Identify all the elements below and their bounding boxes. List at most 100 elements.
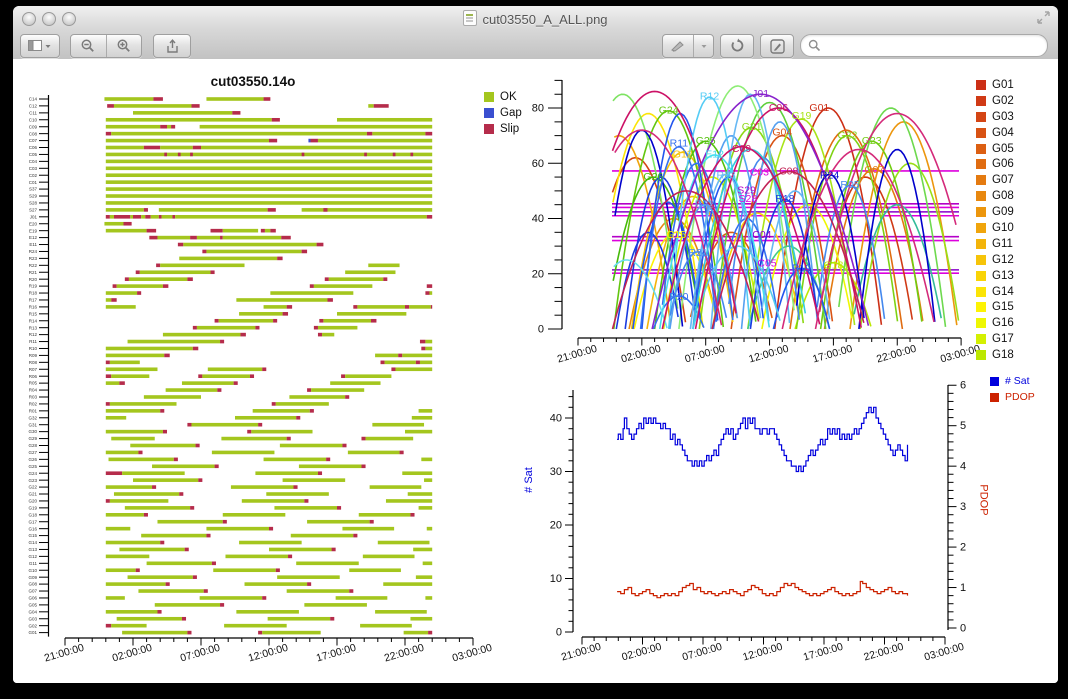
svg-text:E12: E12 — [705, 149, 724, 161]
svg-text:R08: R08 — [29, 360, 38, 365]
svg-text:G07: G07 — [864, 164, 884, 176]
svg-text:30: 30 — [550, 466, 562, 478]
svg-text:E20: E20 — [29, 221, 38, 226]
svg-text:R20: R20 — [29, 277, 38, 282]
svg-text:G18: G18 — [28, 512, 37, 517]
g-legend-item: G18 — [976, 347, 1014, 363]
titlebar[interactable]: cut03550_A_ALL.png — [13, 6, 1058, 28]
nsat-pdop-chart: 010203040012345621:00:0002:00:0007:00:00… — [550, 380, 966, 664]
svg-text:R17: R17 — [29, 298, 38, 303]
pen-dropdown-button[interactable] — [694, 35, 713, 57]
svg-text:R15: R15 — [29, 311, 38, 316]
svg-text:1: 1 — [960, 582, 966, 594]
svg-text:S37: S37 — [29, 187, 38, 192]
g-legend-item: G10 — [976, 220, 1014, 236]
g-legend-swatch — [976, 334, 986, 344]
highlight-pen-button[interactable] — [663, 35, 694, 57]
svg-text:21:00:00: 21:00:00 — [43, 642, 86, 665]
svg-text:C04: C04 — [752, 229, 771, 241]
svg-text:G24: G24 — [28, 471, 37, 476]
svg-text:G28: G28 — [28, 443, 37, 448]
svg-text:G17: G17 — [28, 519, 37, 524]
svg-text:C11: C11 — [29, 110, 37, 115]
svg-text:G12: G12 — [28, 554, 37, 559]
svg-text:R06: R06 — [29, 374, 38, 379]
svg-text:C05: C05 — [29, 152, 38, 157]
svg-text:S28: S28 — [738, 193, 757, 205]
svg-text:G14: G14 — [28, 540, 37, 545]
svg-text:G15: G15 — [28, 533, 37, 538]
svg-text:S29: S29 — [29, 194, 38, 199]
svg-text:22:00:00: 22:00:00 — [875, 343, 918, 366]
svg-text:G22: G22 — [28, 485, 37, 490]
svg-text:C04: C04 — [29, 159, 38, 164]
svg-text:R10: R10 — [29, 346, 38, 351]
rotate-left-button[interactable] — [720, 34, 754, 58]
svg-text:G26: G26 — [643, 171, 663, 183]
markup-button[interactable] — [760, 34, 794, 58]
legend-item-gap: Gap — [484, 105, 522, 121]
svg-text:0: 0 — [556, 627, 562, 639]
g-legend-item: G11 — [976, 236, 1014, 252]
sidebar-icon — [28, 40, 44, 52]
svg-text:R22: R22 — [695, 198, 714, 210]
g-legend-item: G14 — [976, 284, 1014, 300]
svg-text:02:00:00: 02:00:00 — [620, 343, 663, 366]
nsat-axis-label: # Sat — [523, 467, 535, 493]
svg-text:G05: G05 — [28, 602, 37, 607]
g-legend-swatch — [976, 80, 986, 90]
svg-text:10: 10 — [550, 573, 562, 585]
svg-text:21:00:00: 21:00:00 — [560, 641, 603, 664]
svg-text:G27: G27 — [28, 450, 37, 455]
svg-text:E19: E19 — [29, 228, 38, 233]
svg-text:02:00:00: 02:00:00 — [620, 641, 663, 664]
gps-legend: G01G02G03G04G05G06G07G08G09G10G11G12G13G… — [976, 77, 1014, 363]
svg-text:S27: S27 — [29, 207, 38, 212]
svg-text:C09: C09 — [29, 124, 38, 129]
svg-text:G02: G02 — [28, 623, 37, 628]
svg-text:G10: G10 — [28, 568, 37, 573]
window-chrome: cut03550_A_ALL.png — [13, 6, 1058, 60]
svg-text:R21: R21 — [29, 270, 38, 275]
zoom-out-button[interactable] — [71, 35, 107, 57]
svg-text:G31: G31 — [28, 422, 37, 427]
search-input[interactable] — [825, 36, 1043, 55]
svg-text:20: 20 — [532, 268, 544, 280]
svg-text:G11: G11 — [29, 561, 38, 566]
view-mode-button[interactable] — [20, 34, 60, 58]
zoom-in-button[interactable] — [107, 35, 142, 57]
svg-text:G16: G16 — [28, 526, 37, 531]
svg-text:G18: G18 — [823, 260, 843, 272]
svg-text:G26: G26 — [28, 457, 37, 462]
svg-text:R04: R04 — [29, 388, 38, 393]
svg-text:21:00:00: 21:00:00 — [556, 343, 599, 366]
g-legend-swatch — [976, 175, 986, 185]
svg-text:G06: G06 — [28, 596, 37, 601]
fullscreen-icon[interactable] — [1037, 11, 1050, 24]
g-legend-swatch — [976, 128, 986, 138]
share-button[interactable] — [153, 34, 191, 58]
svg-text:4: 4 — [960, 461, 966, 473]
svg-text:17:00:00: 17:00:00 — [811, 343, 854, 366]
svg-text:R22: R22 — [29, 263, 38, 268]
ok-swatch — [484, 92, 494, 102]
g-legend-swatch — [976, 159, 986, 169]
g-legend-item: G01 — [976, 77, 1014, 93]
svg-text:03:00:00: 03:00:00 — [923, 641, 966, 664]
g-legend-swatch — [976, 271, 986, 281]
svg-text:G04: G04 — [772, 127, 792, 139]
svg-text:R23: R23 — [29, 256, 38, 261]
g-legend-swatch — [976, 287, 986, 297]
g-legend-swatch — [976, 96, 986, 106]
svg-text:R12: R12 — [700, 91, 719, 103]
svg-text:G03: G03 — [28, 616, 37, 621]
svg-text:G04: G04 — [28, 609, 37, 614]
g-legend-swatch — [976, 112, 986, 122]
svg-text:E12: E12 — [29, 235, 38, 240]
svg-text:40: 40 — [532, 213, 544, 225]
availability-chart: C14C12C11C10C09C08C07C06C05C04C03C02C01S… — [28, 95, 493, 665]
pen-icon — [670, 39, 686, 53]
availability-chart-title: cut03550.14o — [133, 74, 373, 89]
legend-item-pdop: PDOP — [990, 389, 1035, 405]
svg-text:C12: C12 — [29, 104, 38, 109]
